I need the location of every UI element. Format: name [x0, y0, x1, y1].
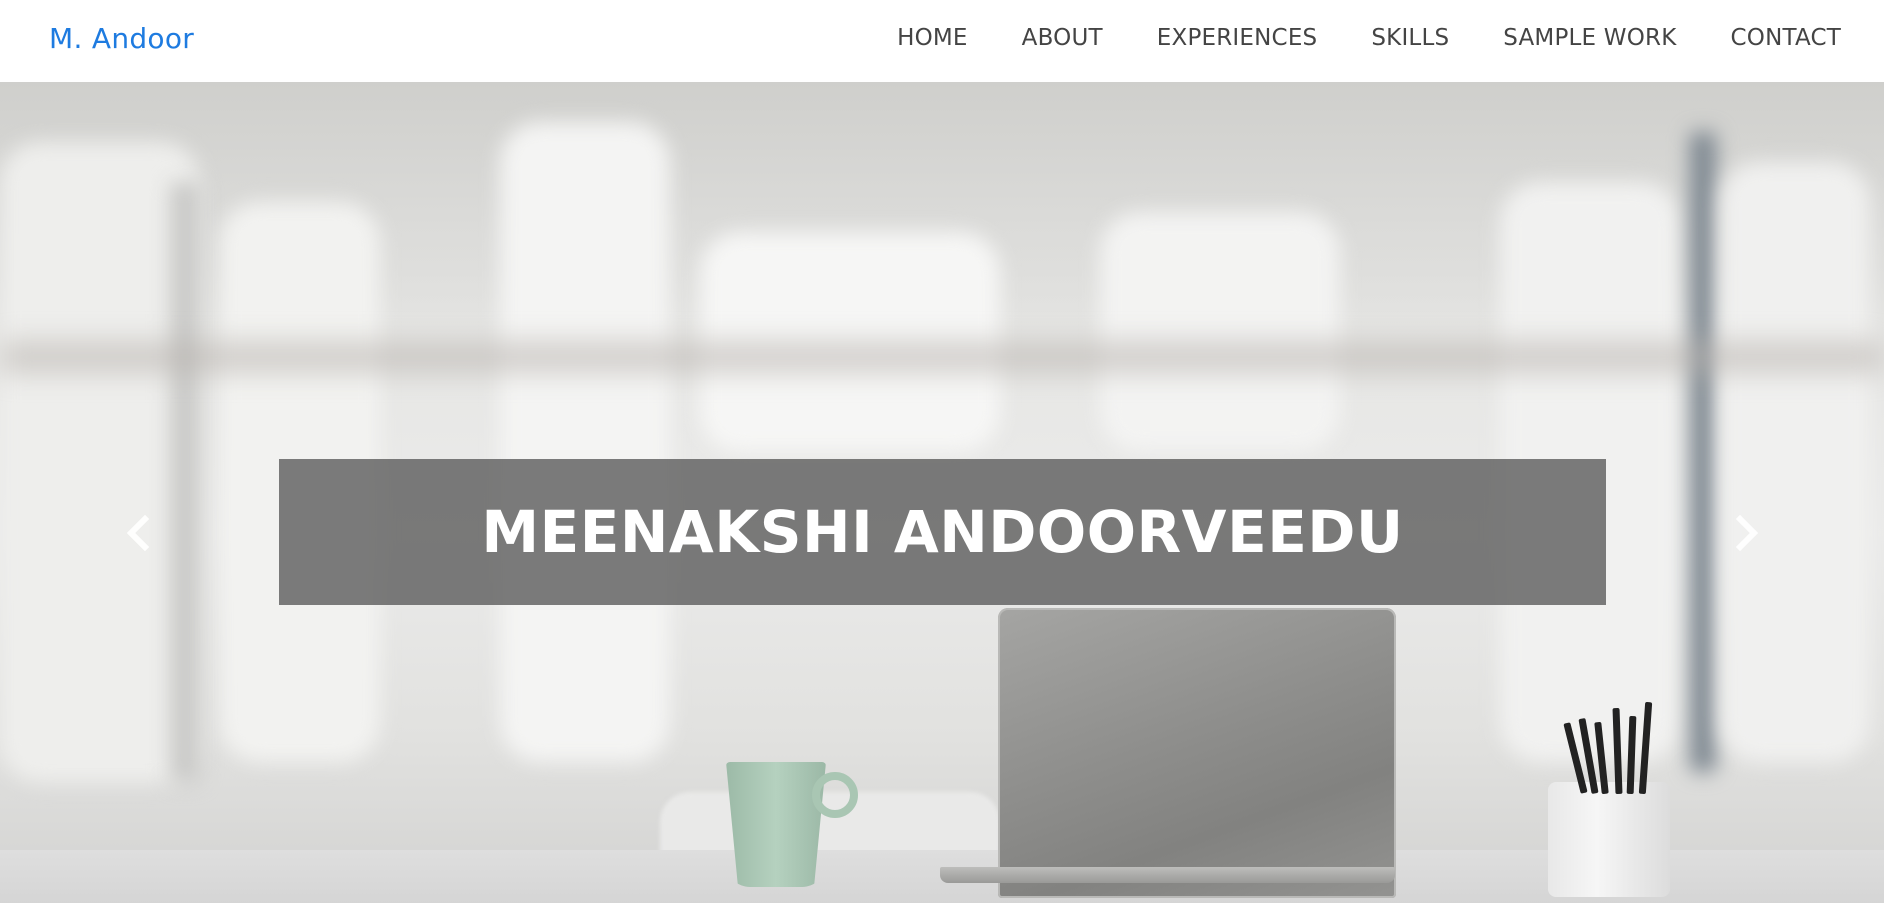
background-column: [0, 342, 1884, 372]
nav-item-contact[interactable]: CONTACT: [1731, 25, 1841, 51]
nav-item-sample-work[interactable]: SAMPLE WORK: [1503, 25, 1676, 51]
hero-title-banner: MEENAKSHI ANDOORVEEDU: [279, 459, 1606, 605]
nav-item-experiences[interactable]: EXPERIENCES: [1157, 25, 1318, 51]
laptop-base: [940, 867, 1395, 883]
laptop-image: [998, 608, 1396, 898]
chevron-left-icon: [126, 515, 150, 551]
carousel-next-button[interactable]: [1727, 507, 1767, 559]
nav-item-about[interactable]: ABOUT: [1022, 25, 1103, 51]
nav-menu: HOME ABOUT EXPERIENCES SKILLS SAMPLE WOR…: [843, 25, 1841, 51]
coffee-mug: [726, 762, 826, 887]
background-window: [1100, 212, 1340, 452]
background-column: [1690, 132, 1716, 772]
pencil-cup: [1548, 782, 1670, 897]
chevron-right-icon: [1735, 515, 1759, 551]
background-window: [500, 122, 670, 762]
carousel-prev-button[interactable]: [118, 507, 158, 559]
background-window: [1720, 162, 1870, 762]
top-navbar: M. Andoor HOME ABOUT EXPERIENCES SKILLS …: [0, 0, 1884, 82]
background-column: [170, 182, 200, 782]
hero-title: MEENAKSHI ANDOORVEEDU: [481, 498, 1404, 566]
hero-carousel: MEENAKSHI ANDOORVEEDU: [0, 82, 1884, 903]
nav-item-home[interactable]: HOME: [897, 25, 968, 51]
nav-item-skills[interactable]: SKILLS: [1371, 25, 1449, 51]
mug-handle: [812, 772, 858, 818]
brand-logo-link[interactable]: M. Andoor: [49, 22, 194, 55]
